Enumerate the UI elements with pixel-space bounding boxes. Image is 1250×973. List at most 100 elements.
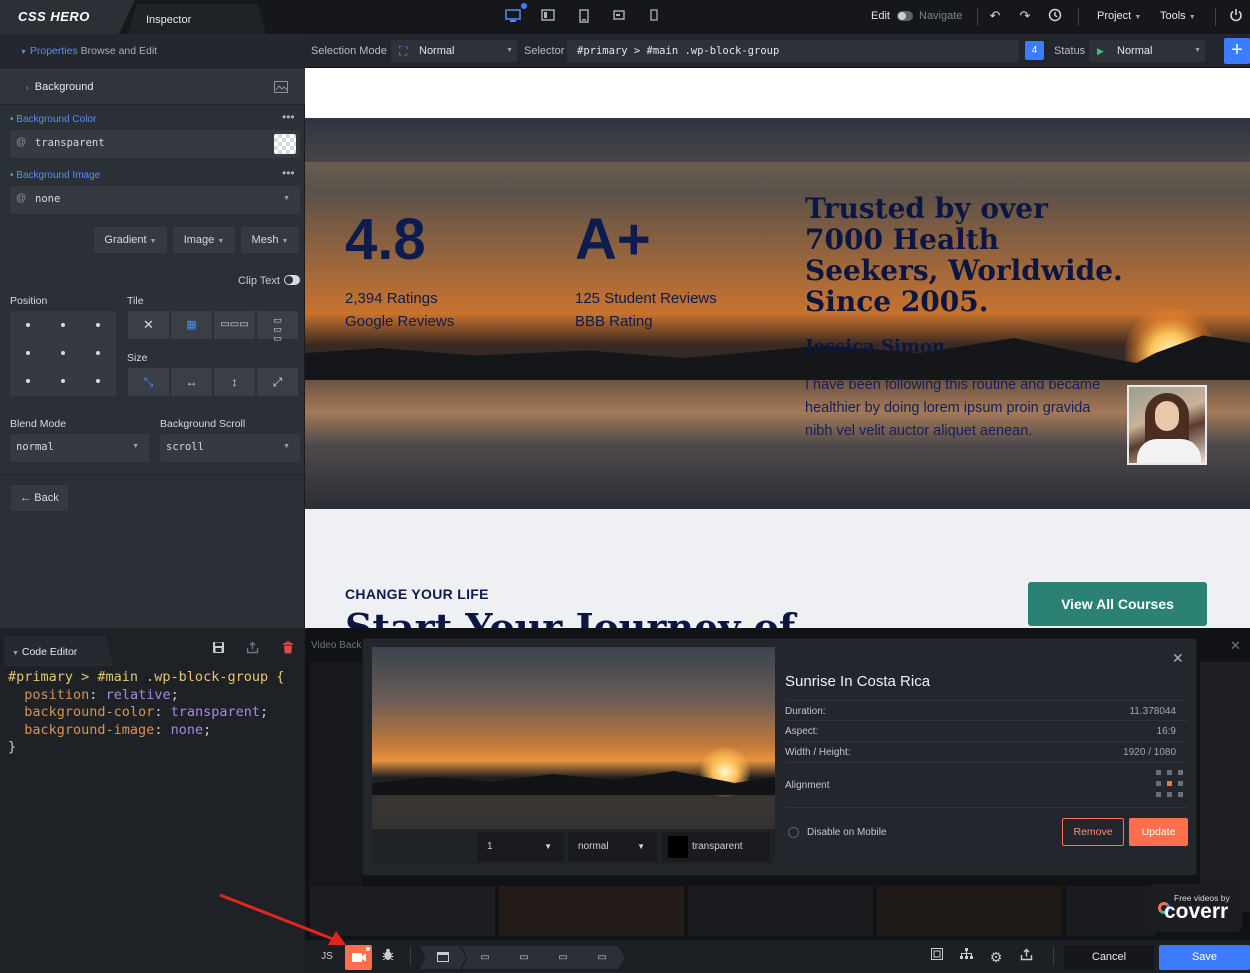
position-dot[interactable] [96, 323, 100, 327]
color-swatch[interactable] [274, 134, 296, 154]
overlay-color-field[interactable]: transparent [662, 832, 770, 862]
video-blend-select[interactable]: normal ▼ [568, 832, 657, 862]
position-dot[interactable] [61, 351, 65, 355]
more-icon[interactable]: ••• [282, 166, 295, 180]
bug-icon[interactable] [377, 948, 399, 966]
navigate-mode-label[interactable]: Navigate [919, 10, 962, 22]
view-all-courses-button[interactable]: View All Courses [1028, 582, 1207, 626]
breadcrumb-element[interactable]: ▭ [579, 946, 625, 969]
sitemap-icon[interactable] [955, 948, 977, 966]
video-thumbnail[interactable] [499, 886, 684, 936]
code-editor-body[interactable]: #primary > #main .wp-block-group { posit… [8, 669, 284, 757]
repeat-x-icon[interactable]: ▭▭▭ [214, 311, 256, 339]
hero-section[interactable]: 4.8 2,394 Ratings Google Reviews A+ 125 … [305, 118, 1250, 509]
fit-height-icon[interactable]: ↕ [214, 368, 256, 396]
back-button[interactable]: ← Back [10, 484, 69, 512]
image-icon[interactable] [274, 81, 288, 93]
contain-icon[interactable]: ⤡ [128, 368, 170, 396]
cover-icon[interactable]: ⤢ [257, 368, 299, 396]
position-dot[interactable] [26, 351, 30, 355]
aspect-value: 16:9 [1156, 726, 1176, 737]
edit-navigate-toggle[interactable] [897, 11, 913, 21]
no-repeat-icon[interactable]: ✕ [128, 311, 170, 339]
fit-width-icon[interactable]: ↔ [171, 368, 213, 396]
aspect-label: Aspect: [785, 726, 819, 737]
save-code-icon[interactable] [212, 641, 226, 655]
bg-color-field[interactable]: @ transparent [10, 130, 300, 158]
clip-text-toggle[interactable] [284, 275, 300, 285]
chevron-down-icon: ▼ [283, 443, 290, 450]
position-dot[interactable] [96, 379, 100, 383]
gear-icon[interactable]: ⚙ [985, 948, 1007, 966]
project-menu[interactable]: Project ▼ [1097, 10, 1141, 22]
video-thumbnail[interactable] [1066, 886, 1156, 936]
edit-mode-label[interactable]: Edit [871, 10, 890, 22]
breadcrumb-element[interactable]: ▭ [540, 946, 586, 969]
disable-mobile-checkbox[interactable] [788, 827, 799, 838]
testimonial-heading: Trusted by over 7000 Health Seekers, Wor… [805, 192, 1123, 318]
more-icon[interactable]: ••• [282, 110, 295, 124]
status-select[interactable]: ▶ Normal ▼ [1089, 40, 1205, 62]
bg-scroll-select[interactable]: scroll ▼ [160, 434, 300, 462]
mesh-button[interactable]: Mesh ▼ [240, 226, 300, 254]
gradient-button[interactable]: Gradient ▼ [93, 226, 168, 254]
dimensions-value: 1920 / 1080 [1123, 747, 1176, 758]
blend-mode-select[interactable]: normal ▼ [10, 434, 149, 462]
laptop-view-icon[interactable] [540, 9, 556, 25]
update-video-button[interactable]: Update [1129, 818, 1188, 846]
image-button[interactable]: Image ▼ [172, 226, 236, 254]
chevron-down-icon: ▼ [20, 49, 27, 56]
breadcrumb-window[interactable] [420, 946, 466, 969]
position-dot[interactable] [61, 323, 65, 327]
history-icon[interactable] [1047, 8, 1063, 24]
coverr-badge[interactable]: Free videos by coverr [1148, 884, 1242, 932]
position-dot[interactable] [26, 323, 30, 327]
export-icon[interactable] [1015, 948, 1037, 966]
play-icon: ▶ [1097, 46, 1104, 56]
repeat-y-icon[interactable]: ▭ ▭ ▭ [257, 311, 299, 343]
video-thumbnail[interactable] [877, 886, 1062, 936]
mobile-view-icon[interactable] [646, 9, 662, 25]
alignment-grid[interactable] [1156, 770, 1186, 800]
site-preview[interactable]: 4.8 2,394 Ratings Google Reviews A+ 125 … [305, 68, 1250, 628]
properties-breadcrumb[interactable]: ▼ Properties Browse and Edit [20, 45, 157, 57]
tab-inspector[interactable]: Inspector [128, 4, 266, 34]
video-thumbnail[interactable] [310, 662, 362, 912]
power-icon[interactable] [1228, 8, 1244, 24]
save-button[interactable]: Save [1159, 945, 1250, 970]
export-code-icon[interactable] [246, 641, 260, 655]
cancel-button[interactable]: Cancel [1064, 945, 1154, 970]
position-grid[interactable] [10, 311, 116, 396]
code-prop: position [24, 686, 90, 703]
selector-input[interactable]: #primary > #main .wp-block-group [567, 40, 1019, 62]
speed-select[interactable]: 1 ▼ [477, 832, 564, 862]
bg-image-field[interactable]: @ none ▼ [10, 186, 300, 214]
video-thumbnail[interactable] [1200, 662, 1250, 912]
repeat-icon[interactable]: ▦ [171, 311, 213, 339]
tablet-landscape-view-icon[interactable] [611, 9, 627, 25]
breadcrumb-element[interactable]: ▭ [462, 946, 508, 969]
selection-mode-select[interactable]: ⛶ Normal ▼ [391, 40, 517, 62]
remove-video-button[interactable]: Remove [1062, 818, 1124, 846]
redo-icon[interactable]: ↷ [1017, 8, 1033, 24]
delete-code-icon[interactable] [282, 641, 296, 655]
tools-menu[interactable]: Tools ▼ [1160, 10, 1196, 22]
video-thumbnail[interactable] [688, 886, 873, 936]
courses-section[interactable]: CHANGE YOUR LIFE Start Your Journey of V… [305, 509, 1250, 628]
close-modal-icon[interactable]: ✕ [1172, 650, 1184, 667]
position-dot[interactable] [26, 379, 30, 383]
chevron-down-icon: ▼ [1134, 14, 1142, 21]
undo-icon[interactable]: ↶ [987, 8, 1003, 24]
color-swatch[interactable] [668, 836, 688, 858]
desktop-view-icon[interactable] [505, 9, 521, 25]
tablet-view-icon[interactable] [576, 9, 592, 25]
inspect-icon[interactable] [926, 948, 948, 966]
close-library-icon[interactable]: ✕ [1230, 638, 1241, 654]
position-dot[interactable] [96, 351, 100, 355]
breadcrumb-element[interactable]: ▭ [501, 946, 547, 969]
journey-heading: Start Your Journey of [345, 605, 796, 628]
position-dot[interactable] [61, 379, 65, 383]
stat-grade-line1: 125 Student Reviews [575, 290, 717, 307]
code-semicolon: ; [259, 704, 269, 720]
add-rule-button[interactable]: + [1224, 38, 1250, 64]
